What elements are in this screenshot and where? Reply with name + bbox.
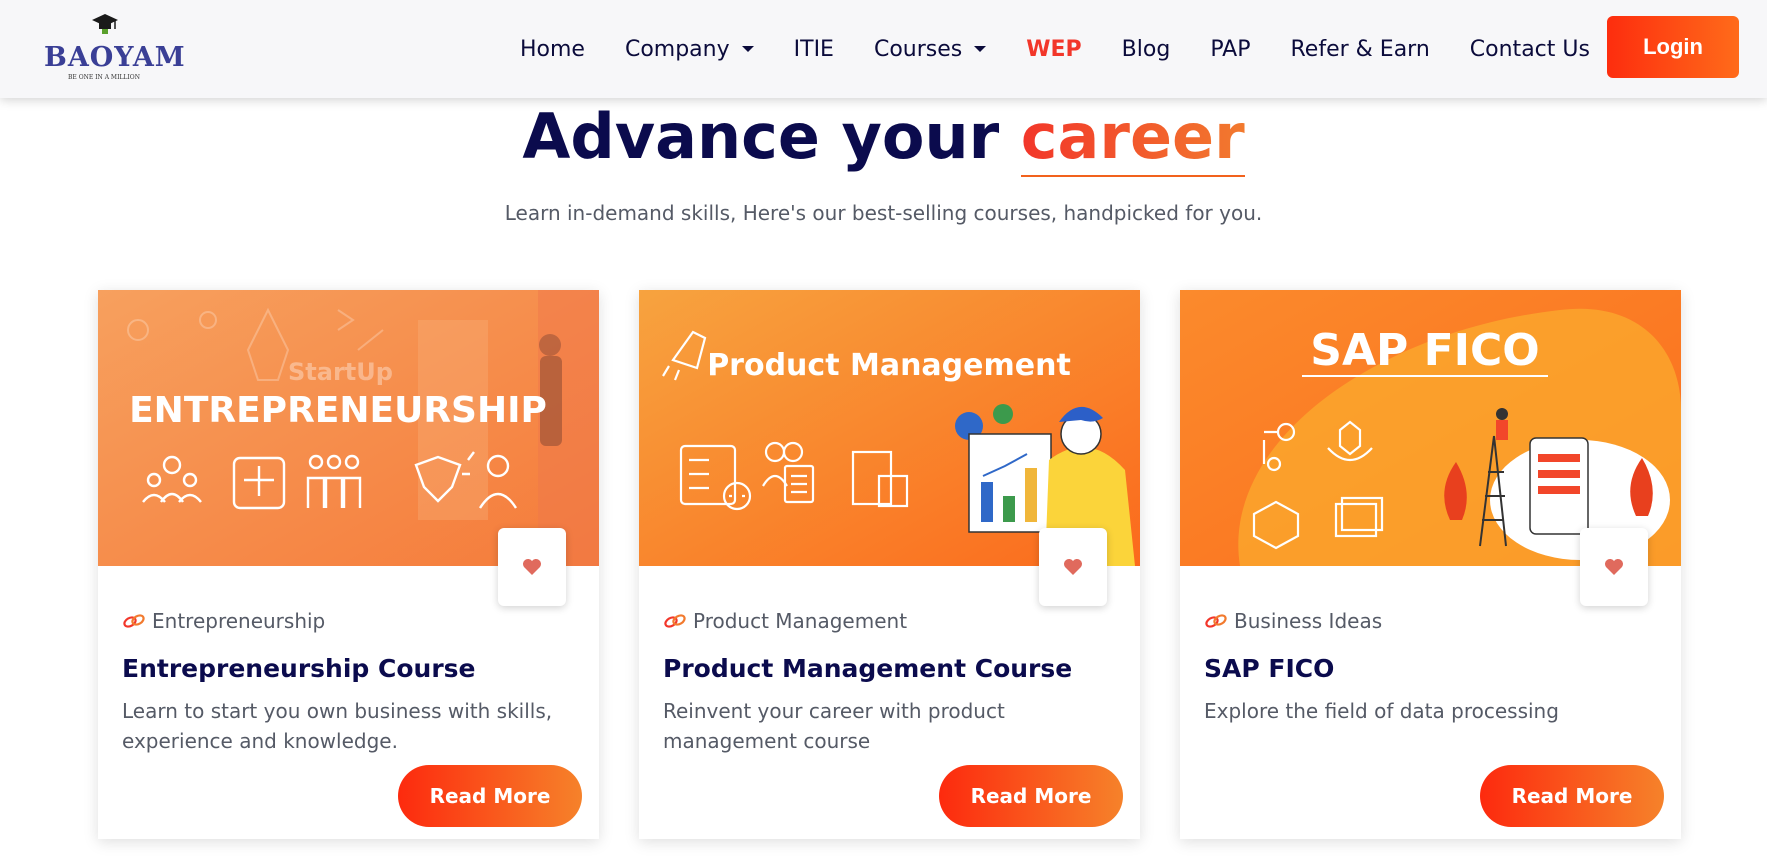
page-title: Advance your career [0, 100, 1767, 177]
nav-contact-us[interactable]: Contact Us [1470, 37, 1590, 62]
favorite-button[interactable] [1039, 528, 1107, 606]
nav-refer-earn[interactable]: Refer & Earn [1291, 37, 1430, 62]
heart-icon [523, 559, 541, 575]
favorite-button[interactable] [498, 528, 566, 606]
nav-pap-label: PAP [1210, 36, 1251, 62]
nav-company-label: Company [624, 36, 730, 62]
chevron-down-icon [741, 46, 754, 52]
image-heading: ENTREPRENEURSHIP [129, 390, 547, 431]
nav-pap[interactable]: PAP [1210, 37, 1250, 62]
top-navbar: BAOYAM BE ONE IN A MILLION Home Company … [0, 0, 1767, 98]
nav-contact-us-label: Contact Us [1469, 36, 1590, 62]
course-card-product-management[interactable]: Product Management Product Management Pr… [639, 290, 1140, 839]
course-image: Product Management [639, 290, 1140, 566]
course-title[interactable]: SAP FICO [1204, 654, 1334, 683]
heart-icon [1605, 559, 1623, 575]
nav-itie-label: ITIE [793, 36, 834, 62]
read-more-button[interactable]: Read More [939, 765, 1123, 827]
course-category: Product Management [663, 609, 907, 633]
course-description: Learn to start you own business with ski… [122, 699, 553, 753]
page-subtitle: Learn in-demand skills, Here's our best-… [504, 201, 1263, 225]
graduation-cap-icon [92, 14, 118, 34]
image-subheading: StartUp [288, 358, 393, 386]
nav-courses-label: Courses [873, 36, 963, 62]
main-nav: Home Company ITIE Courses WEP Blog PAP R… [520, 0, 1630, 98]
link-icon [123, 614, 145, 628]
title-main: Advance your [522, 100, 1021, 173]
logo-wordmark: BAOYAM [44, 42, 186, 73]
course-title[interactable]: Product Management Course [663, 654, 1072, 683]
title-accent: career [1020, 100, 1245, 177]
nav-blog[interactable]: Blog [1122, 37, 1171, 62]
course-image: SAP FICO [1180, 290, 1681, 566]
course-image: StartUp ENTREPRENEURSHIP [98, 290, 599, 566]
course-description: Reinvent your career with product manage… [663, 699, 1005, 753]
category-label: Product Management [693, 609, 908, 633]
brand-logo[interactable]: BAOYAM BE ONE IN A MILLION [44, 12, 186, 84]
nav-itie[interactable]: ITIE [794, 37, 834, 62]
category-label: Entrepreneurship [152, 609, 326, 633]
read-more-button[interactable]: Read More [1480, 765, 1664, 827]
course-card-entrepreneurship[interactable]: StartUp ENTREPRENEURSHIP Entrepreneurshi… [98, 290, 599, 839]
nav-wep-label: WEP [1026, 36, 1082, 62]
category-label: Business Ideas [1234, 609, 1383, 633]
link-icon [1205, 614, 1227, 628]
course-category: Business Ideas [1204, 609, 1382, 633]
nav-blog-label: Blog [1121, 36, 1171, 62]
heart-icon [1064, 559, 1082, 575]
nav-home[interactable]: Home [520, 37, 585, 62]
course-category: Entrepreneurship [122, 609, 325, 633]
chevron-down-icon [974, 46, 987, 52]
course-title[interactable]: Entrepreneurship Course [122, 654, 476, 683]
nav-courses[interactable]: Courses [873, 36, 987, 62]
link-icon [664, 614, 686, 628]
nav-wep[interactable]: WEP [1026, 37, 1081, 62]
nav-refer-earn-label: Refer & Earn [1290, 36, 1430, 62]
image-heading: SAP FICO [1310, 325, 1539, 376]
nav-home-label: Home [520, 36, 585, 62]
image-heading: Product Management [707, 348, 1071, 383]
favorite-button[interactable] [1580, 528, 1648, 606]
course-card-sap-fico[interactable]: SAP FICO Business Ideas SAP FICO Explore… [1180, 290, 1681, 839]
nav-company[interactable]: Company [625, 37, 754, 62]
login-button[interactable]: Login [1607, 16, 1739, 78]
course-description: Explore the field of data processing [1204, 699, 1559, 723]
read-more-button[interactable]: Read More [398, 765, 582, 827]
logo-tagline: BE ONE IN A MILLION [68, 74, 140, 81]
